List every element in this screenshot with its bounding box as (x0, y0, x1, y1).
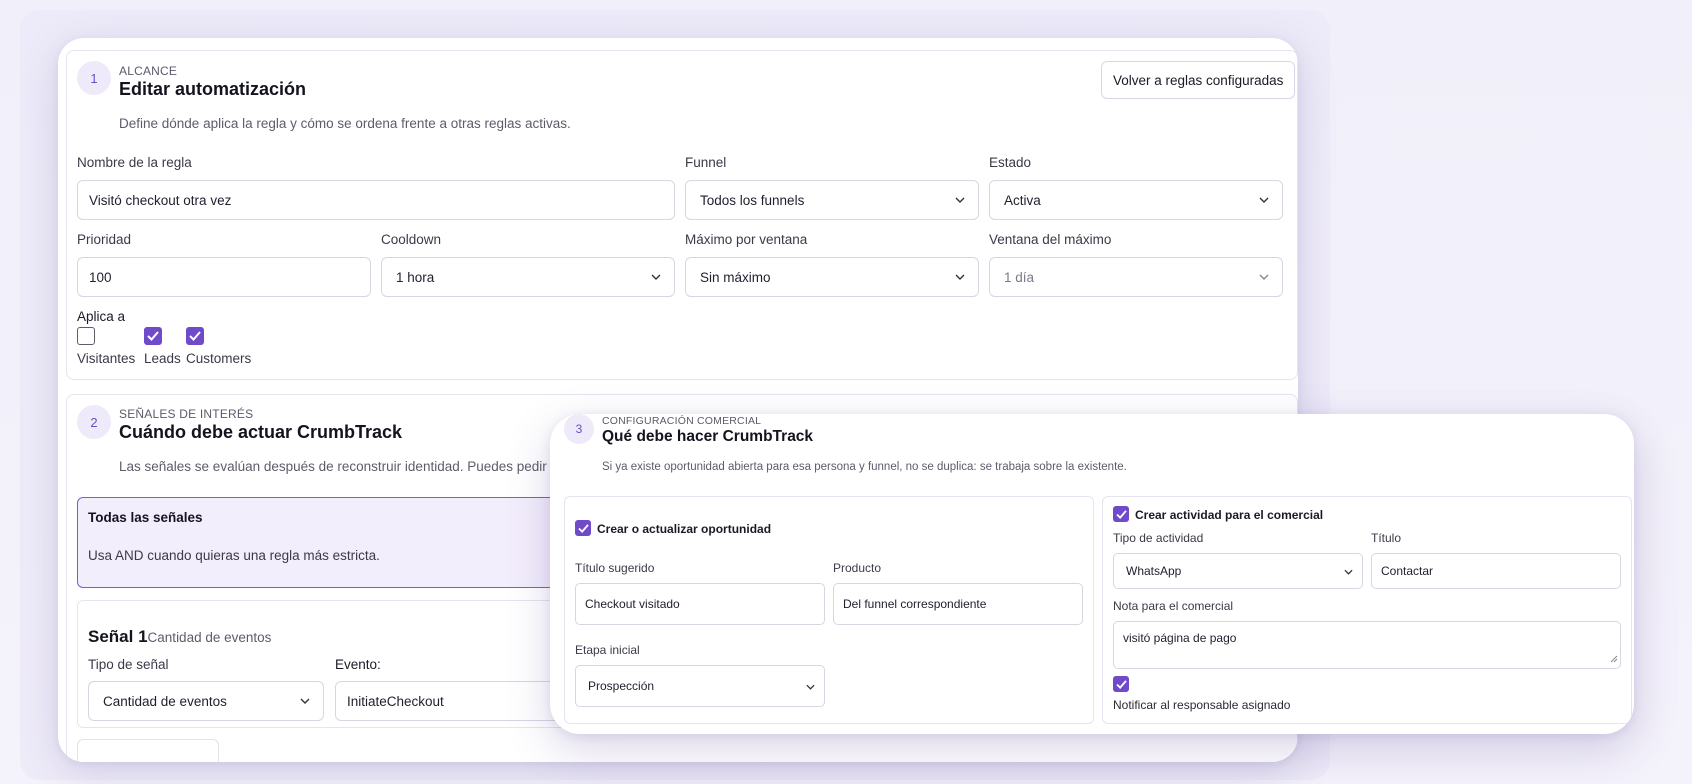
check-icon (147, 331, 159, 341)
event-label: Evento: (335, 657, 381, 672)
signal-type-select[interactable]: Cantidad de eventos (88, 681, 324, 721)
create-opportunity-label: Crear o actualizar oportunidad (597, 522, 772, 536)
chevron-down-icon (649, 270, 663, 284)
activity-title-label: Título (1371, 531, 1402, 545)
chevron-down-icon (806, 679, 815, 693)
all-signals-title: Todas las señales (88, 510, 203, 525)
activity-card: Crear actividad para el comercial Tipo d… (1102, 496, 1632, 724)
chevron-down-icon (1257, 270, 1271, 284)
status-label: Estado (989, 155, 1032, 170)
suggested-title-label: Título sugerido (575, 561, 655, 575)
back-to-rules-button[interactable]: Volver a reglas configuradas (1101, 61, 1296, 99)
check-icon (1115, 509, 1127, 519)
activity-type-select[interactable]: WhatsApp (1113, 553, 1363, 589)
chevron-down-icon (1257, 193, 1271, 207)
initial-stage-label: Etapa inicial (575, 643, 640, 657)
cooldown-select[interactable]: 1 hora (381, 257, 675, 297)
note-textarea[interactable]: visitó página de pago (1113, 621, 1621, 669)
suggested-title-input[interactable]: Checkout visitado (575, 583, 825, 625)
funnel-select[interactable]: Todos los funnels (685, 180, 979, 220)
section-description: Si ya existe oportunidad abierta para es… (602, 461, 1127, 473)
step-badge: 3 (564, 414, 594, 444)
rule-name-label: Nombre de la regla (77, 155, 192, 170)
step-badge: 2 (77, 405, 111, 439)
product-input[interactable]: Del funnel correspondiente (833, 583, 1083, 625)
initial-stage-select[interactable]: Prospección (575, 665, 825, 707)
chevron-down-icon (1344, 564, 1353, 578)
priority-label: Prioridad (77, 232, 132, 247)
status-select[interactable]: Activa (989, 180, 1283, 220)
cooldown-label: Cooldown (381, 232, 442, 247)
create-opportunity-checkbox[interactable] (575, 520, 591, 536)
check-icon (1115, 679, 1127, 689)
signal-subtitle: Cantidad de eventos (147, 630, 272, 645)
max-window-label: Ventana del máximo (989, 232, 1112, 247)
priority-input[interactable]: 100 (77, 257, 371, 297)
activity-title-input[interactable]: Contactar (1371, 553, 1621, 589)
applies-to-label: Aplica a (77, 309, 126, 324)
max-per-window-select[interactable]: Sin máximo (685, 257, 979, 297)
signal-type-label: Tipo de señal (88, 657, 169, 672)
opportunity-card: Crear o actualizar oportunidad Título su… (564, 496, 1094, 724)
step-badge: 1 (77, 61, 111, 95)
chevron-down-icon (953, 270, 967, 284)
check-icon (189, 331, 201, 341)
section-eyebrow: CONFIGURACIÓN COMERCIAL (602, 415, 762, 427)
notify-owner-checkbox[interactable] (1113, 676, 1129, 692)
max-window-select[interactable]: 1 día (989, 257, 1283, 297)
note-label: Nota para el comercial (1113, 599, 1234, 613)
rule-name-input[interactable]: Visitó checkout otra vez (77, 180, 675, 220)
check-icon (577, 523, 589, 533)
visitors-checkbox-label: Visitantes (77, 351, 136, 366)
customers-checkbox[interactable] (186, 327, 204, 345)
section-title: Editar automatización (119, 79, 307, 99)
chevron-down-icon (953, 193, 967, 207)
visitors-checkbox[interactable] (77, 327, 95, 345)
customers-checkbox-label: Customers (186, 351, 252, 366)
leads-checkbox[interactable] (144, 327, 162, 345)
section-title: Qué debe hacer CrumbTrack (602, 428, 814, 445)
product-label: Producto (833, 561, 882, 575)
funnel-label: Funnel (685, 155, 727, 170)
signal-title: Señal 1Cantidad de eventos (88, 627, 272, 646)
activity-type-label: Tipo de actividad (1113, 531, 1204, 545)
resize-handle-icon[interactable] (1610, 652, 1618, 666)
section-eyebrow: SEÑALES DE INTERÉS (119, 407, 254, 421)
section-eyebrow: ALCANCE (119, 64, 178, 78)
create-activity-label: Crear actividad para el comercial (1135, 508, 1324, 522)
section-description: Las señales se evalúan después de recons… (119, 459, 559, 474)
max-per-window-label: Máximo por ventana (685, 232, 808, 247)
leads-checkbox-label: Leads (144, 351, 181, 366)
create-activity-checkbox[interactable] (1113, 506, 1129, 522)
all-signals-description: Usa AND cuando quieras una regla más est… (88, 548, 380, 563)
section-title: Cuándo debe actuar CrumbTrack (119, 422, 403, 442)
chevron-down-icon (298, 694, 312, 708)
notify-owner-label: Notificar al responsable asignado (1113, 698, 1291, 712)
commercial-config-window: 3 CONFIGURACIÓN COMERCIAL Qué debe hacer… (550, 414, 1634, 734)
section-description: Define dónde aplica la regla y cómo se o… (119, 116, 571, 131)
scope-card: 1 ALCANCE Editar automatización Define d… (66, 50, 1298, 380)
add-signal-button[interactable] (77, 739, 219, 762)
